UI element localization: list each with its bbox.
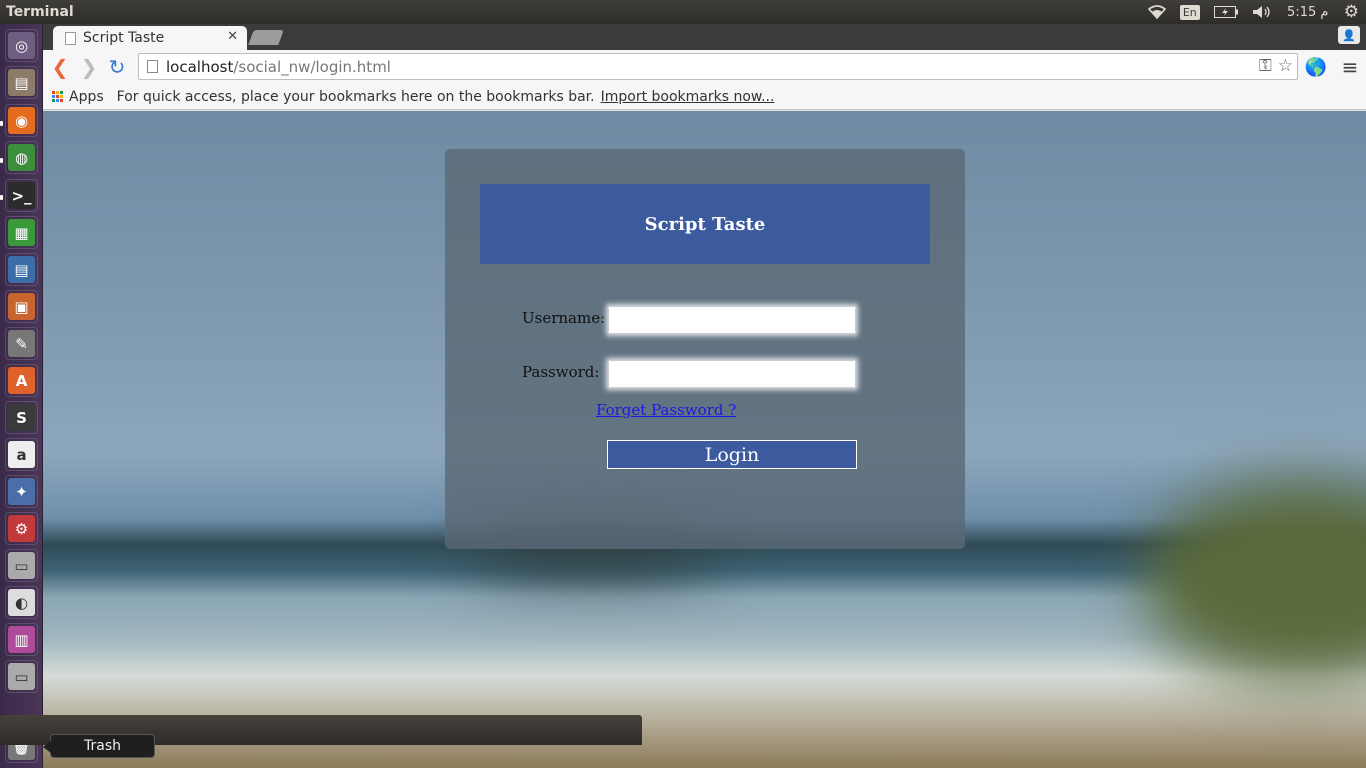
active-app-title: Terminal <box>6 4 74 20</box>
globe-extension-icon[interactable]: 🌎 <box>1303 55 1329 79</box>
volume-icon[interactable] <box>1245 0 1279 24</box>
back-icon[interactable]: ❮ <box>47 55 73 79</box>
launcher-sublime[interactable]: S <box>5 401 38 434</box>
login-card: Script Taste Username: Password: Forget … <box>445 149 965 549</box>
firefox-icon: ◉ <box>8 107 35 134</box>
username-label: Username: <box>522 309 606 327</box>
lang-label: En <box>1179 4 1200 20</box>
impress-icon: ▣ <box>8 293 35 320</box>
settings-icon: ⚙ <box>8 515 35 542</box>
files-icon: ▤ <box>8 69 35 96</box>
running-indicator <box>0 158 3 163</box>
login-title: Script Taste <box>480 184 930 264</box>
reload-icon[interactable]: ↻ <box>104 55 130 79</box>
launcher-amazon[interactable]: a <box>5 438 38 471</box>
app-icon: ◐ <box>8 589 35 616</box>
page-icon <box>65 31 76 45</box>
launcher-settings[interactable]: ⚙ <box>5 512 38 545</box>
tab-script-taste[interactable]: Script Taste ✕ <box>53 26 247 50</box>
login-button[interactable]: Login <box>607 440 857 469</box>
running-indicator <box>0 195 3 200</box>
top-panel: Terminal En 5:15 م ⚙ <box>0 0 1366 24</box>
trash-tooltip: Trash <box>43 734 155 758</box>
profile-icon[interactable]: 👤 <box>1338 26 1360 44</box>
key-icon[interactable]: ⚿ <box>1259 56 1272 76</box>
new-tab-button[interactable] <box>248 30 284 45</box>
page-content: Script Taste Username: Password: Forget … <box>43 111 1366 768</box>
sublime-icon: S <box>8 404 35 431</box>
launcher-workspace[interactable]: ▥ <box>5 623 38 656</box>
username-input[interactable] <box>608 306 856 334</box>
writer-icon: ▤ <box>8 256 35 283</box>
gimp-icon: ✦ <box>8 478 35 505</box>
launcher-dash[interactable]: ◎ <box>5 29 38 62</box>
launcher-drive2[interactable]: ▭ <box>5 660 38 693</box>
url-path: /social_nw/login.html <box>233 57 391 76</box>
close-tab-icon[interactable]: ✕ <box>227 29 238 44</box>
import-bookmarks-link[interactable]: Import bookmarks now... <box>601 89 775 105</box>
apps-icon[interactable] <box>52 91 63 102</box>
background-hill <box>1143 481 1366 681</box>
apps-shortcut[interactable]: Apps <box>69 89 104 105</box>
menu-icon[interactable]: ≡ <box>1337 55 1363 79</box>
drive2-icon: ▭ <box>8 663 35 690</box>
launcher-software-center[interactable]: A <box>5 364 38 397</box>
launcher-calc[interactable]: ▦ <box>5 216 38 249</box>
drive-icon: ▭ <box>8 552 35 579</box>
dash-icon: ◎ <box>8 32 35 59</box>
bookmarks-hint: For quick access, place your bookmarks h… <box>116 88 595 105</box>
clock[interactable]: 5:15 م <box>1279 0 1337 24</box>
launcher-gimp[interactable]: ✦ <box>5 475 38 508</box>
tab-strip: Script Taste ✕ 👤 <box>43 24 1366 50</box>
launcher-files[interactable]: ▤ <box>5 66 38 99</box>
launcher-terminal[interactable]: >_ <box>5 179 38 212</box>
launcher-writer[interactable]: ▤ <box>5 253 38 286</box>
keyboard-layout-indicator[interactable]: En <box>1173 0 1207 24</box>
launcher: ◎ ▤ ◉ ◍ >_ ▦ ▤ ▣ ✎ A Sa ✦ ⚙ ▭ ◐ ▥ ▭ 🗑 <box>0 24 43 768</box>
battery-icon[interactable] <box>1207 0 1245 24</box>
bookmarks-bar: Apps For quick access, place your bookma… <box>43 84 1366 110</box>
url-host: localhost <box>166 57 234 76</box>
tab-title: Script Taste <box>83 30 165 46</box>
launcher-text-editor[interactable]: ✎ <box>5 327 38 360</box>
workspace-icon: ▥ <box>8 626 35 653</box>
amazon-icon: a <box>8 441 35 468</box>
forward-icon[interactable]: ❯ <box>76 55 102 79</box>
launcher-firefox[interactable]: ◉ <box>5 104 38 137</box>
calc-icon: ▦ <box>8 219 35 246</box>
wifi-icon[interactable] <box>1141 0 1173 24</box>
launcher-impress[interactable]: ▣ <box>5 290 38 323</box>
bookmark-star-icon[interactable]: ☆ <box>1278 56 1293 76</box>
browser-window: Script Taste ✕ 👤 ❮ ❯ ↻ localhost/social_… <box>43 24 1366 768</box>
terminal-icon: >_ <box>8 182 35 209</box>
indicator-area: En 5:15 م ⚙ <box>1141 0 1366 24</box>
browser-toolbar: ❮ ❯ ↻ localhost/social_nw/login.html ⚿ ☆… <box>43 50 1366 84</box>
launcher-drive[interactable]: ▭ <box>5 549 38 582</box>
forget-password-link[interactable]: Forget Password ? <box>596 401 736 419</box>
software-center-icon: A <box>8 367 35 394</box>
running-indicator <box>0 121 3 126</box>
password-input[interactable] <box>608 360 856 388</box>
page-info-icon[interactable] <box>147 60 158 73</box>
session-gear-icon[interactable]: ⚙ <box>1337 0 1366 24</box>
launcher-chrome[interactable]: ◍ <box>5 141 38 174</box>
chrome-icon: ◍ <box>8 144 35 171</box>
address-bar[interactable]: localhost/social_nw/login.html ⚿ ☆ <box>138 53 1298 80</box>
password-label: Password: <box>522 363 600 381</box>
launcher-app[interactable]: ◐ <box>5 586 38 619</box>
text-editor-icon: ✎ <box>8 330 35 357</box>
